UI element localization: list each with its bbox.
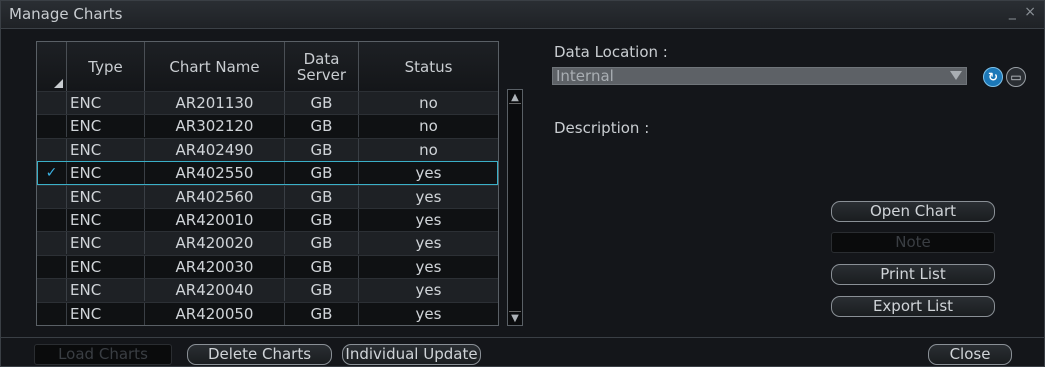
cell-data-server: GB: [285, 162, 359, 185]
cell-data-server: GB: [285, 302, 359, 325]
manage-charts-window: Manage Charts _ × Type Chart Name Data Se…: [0, 0, 1045, 367]
title-bar: Manage Charts _ ×: [1, 1, 1044, 29]
cell-chart-name: AR402560: [145, 185, 285, 208]
table-row[interactable]: ✓ ENC AR402550 GB yes: [37, 161, 498, 185]
row-check-icon: [37, 115, 67, 138]
data-location-label: Data Location :: [554, 43, 668, 61]
cell-data-server: GB: [285, 185, 359, 208]
table-row[interactable]: ENC AR420050 GB yes: [37, 301, 498, 325]
open-chart-button[interactable]: Open Chart: [831, 201, 995, 222]
delete-charts-button[interactable]: Delete Charts: [187, 344, 332, 365]
cell-status: yes: [415, 304, 442, 323]
cell-chart-name: AR402490: [145, 138, 285, 161]
window-controls[interactable]: _ ×: [1009, 4, 1038, 20]
cell-chart-name: AR420020: [145, 232, 285, 255]
window-title: Manage Charts: [9, 5, 123, 23]
cell-status: yes: [415, 257, 442, 276]
row-check-icon: [37, 279, 67, 302]
cell-status: yes: [415, 187, 442, 206]
folder-icon[interactable]: ▭: [1006, 67, 1026, 87]
column-header-chart-name[interactable]: Chart Name: [145, 42, 285, 91]
table-row[interactable]: ENC AR420010 GB yes: [37, 207, 498, 232]
note-button: Note: [831, 232, 995, 253]
cell-type: ENC: [67, 92, 145, 114]
row-check-icon: [37, 232, 67, 255]
print-list-button[interactable]: Print List: [831, 264, 995, 285]
cell-chart-name: AR302120: [145, 115, 285, 138]
cell-chart-name: AR420040: [145, 279, 285, 302]
table-row[interactable]: ENC AR420040 GB yes: [37, 278, 498, 302]
cell-status: no: [419, 117, 438, 136]
table-header: Type Chart Name Data Server Status: [37, 42, 498, 91]
table-row[interactable]: ENC AR402490 GB no: [37, 137, 498, 162]
cell-type: ENC: [67, 255, 145, 278]
cell-type: ENC: [67, 302, 145, 325]
row-check-icon: ✓: [37, 162, 67, 185]
table-row[interactable]: ENC AR402560 GB yes: [37, 184, 498, 208]
table-scrollbar[interactable]: ▲ ▼: [507, 89, 523, 326]
column-header-status[interactable]: Status: [359, 42, 498, 91]
footer-divider: [1, 337, 1044, 338]
data-location-select[interactable]: Internal: [552, 67, 967, 85]
description-label: Description :: [554, 119, 650, 137]
cell-chart-name: AR420050: [145, 302, 285, 325]
cell-status: yes: [415, 210, 442, 229]
row-check-icon: [37, 208, 67, 231]
close-button[interactable]: Close: [928, 344, 1012, 365]
cell-data-server: GB: [285, 138, 359, 161]
cell-chart-name: AR420030: [145, 255, 285, 278]
table-body: ENC AR201130 GB no ENC AR302120 GB no ENC AR40249…: [37, 91, 498, 325]
chart-table: Type Chart Name Data Server Status ENC AR2…: [36, 41, 499, 326]
column-header-type[interactable]: Type: [67, 42, 145, 91]
cell-status: yes: [415, 164, 442, 183]
cell-chart-name: AR201130: [145, 92, 285, 114]
cell-status: yes: [415, 281, 442, 300]
cell-chart-name: AR402550: [145, 162, 285, 185]
table-row[interactable]: ENC AR302120 GB no: [37, 114, 498, 138]
row-check-icon: [37, 185, 67, 208]
individual-update-button[interactable]: Individual Update: [342, 344, 481, 365]
row-check-icon: [37, 138, 67, 161]
cell-type: ENC: [67, 232, 145, 255]
data-location-value: Internal: [556, 67, 614, 85]
row-check-icon: [37, 255, 67, 278]
column-header-data-server[interactable]: Data Server: [285, 42, 359, 91]
load-charts-button: Load Charts: [34, 344, 172, 365]
table-row[interactable]: ENC AR420020 GB yes: [37, 231, 498, 255]
cell-data-server: GB: [285, 92, 359, 114]
cell-type: ENC: [67, 208, 145, 231]
cell-data-server: GB: [285, 255, 359, 278]
cell-type: ENC: [67, 162, 145, 185]
sort-corner-icon: [54, 79, 63, 88]
cell-status: yes: [415, 234, 442, 253]
scroll-up-icon[interactable]: ▲: [509, 91, 521, 104]
cell-status: no: [419, 140, 438, 159]
select-all-header[interactable]: [37, 42, 67, 91]
cell-status: no: [419, 94, 438, 112]
cell-type: ENC: [67, 279, 145, 302]
row-check-icon: [37, 92, 67, 114]
table-row[interactable]: ENC AR420030 GB yes: [37, 254, 498, 279]
data-server-header-line2: Server: [296, 65, 347, 84]
cell-data-server: GB: [285, 208, 359, 231]
cell-chart-name: AR420010: [145, 208, 285, 231]
refresh-icon[interactable]: ↻: [983, 67, 1003, 87]
cell-data-server: GB: [285, 279, 359, 302]
chevron-down-icon: [950, 71, 962, 80]
table-row[interactable]: ENC AR201130 GB no: [37, 91, 498, 115]
export-list-button[interactable]: Export List: [831, 296, 995, 317]
cell-type: ENC: [67, 185, 145, 208]
cell-data-server: GB: [285, 115, 359, 138]
scroll-down-icon[interactable]: ▼: [509, 311, 521, 324]
row-check-icon: [37, 302, 67, 325]
cell-data-server: GB: [285, 232, 359, 255]
cell-type: ENC: [67, 115, 145, 138]
cell-type: ENC: [67, 138, 145, 161]
